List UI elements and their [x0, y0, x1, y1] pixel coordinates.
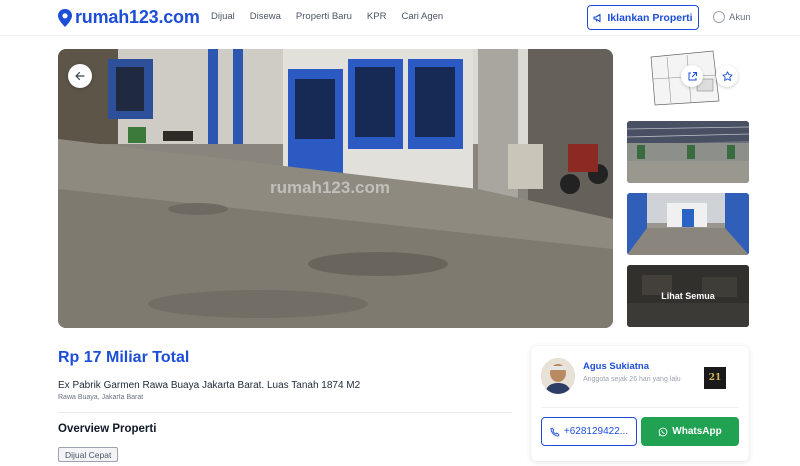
listing-location: Rawa Buaya, Jakarta Barat [58, 394, 144, 401]
overview-heading: Overview Properti [58, 423, 157, 435]
listing-title: Ex Pabrik Garmen Rawa Buaya Jakarta Bara… [58, 380, 361, 391]
nav-cari-agen[interactable]: Cari Agen [401, 11, 443, 22]
card-divider [541, 407, 739, 408]
thumbnail-yard[interactable] [627, 193, 749, 255]
megaphone-icon [593, 13, 601, 22]
see-all-label: Lihat Semua [627, 265, 749, 327]
account-menu[interactable]: Akun [713, 11, 751, 23]
agency-logo: 21 [704, 367, 726, 389]
thumbnail-see-all[interactable]: Lihat Semua [627, 265, 749, 327]
phone-icon [550, 427, 560, 436]
logo-text: rumah123.com [75, 7, 200, 27]
user-icon [713, 11, 725, 23]
price: Rp 17 Miliar Total [58, 349, 190, 366]
agent-name[interactable]: Agus Sukiatna [583, 361, 649, 372]
photo-watermark: rumah123.com [270, 178, 390, 197]
nav-disewa[interactable]: Disewa [250, 11, 281, 22]
phone-label: +628129422... [563, 426, 629, 437]
agent-member-since: Anggota sejak 26 hari yang lalu [583, 376, 681, 383]
main-nav: Dijual Disewa Properti Baru KPR Cari Age… [211, 11, 458, 22]
whatsapp-button[interactable]: WhatsApp [641, 417, 739, 446]
share-icon [688, 71, 697, 80]
back-button[interactable] [68, 64, 92, 88]
avatar[interactable] [541, 358, 575, 394]
status-badge: Dijual Cepat [58, 447, 119, 462]
nav-dijual[interactable]: Dijual [211, 11, 235, 22]
call-button[interactable]: +628129422... [541, 417, 637, 446]
nav-kpr[interactable]: KPR [367, 11, 387, 22]
nav-properti-baru[interactable]: Properti Baru [296, 11, 352, 22]
location-pin-icon [58, 8, 72, 27]
thumbnail-warehouse-interior[interactable] [627, 121, 749, 183]
agent-photo [541, 358, 575, 394]
agency-logo-text: 21 [708, 373, 722, 383]
whatsapp-label: WhatsApp [672, 426, 722, 437]
share-button[interactable] [681, 65, 703, 87]
favorite-button[interactable] [716, 65, 738, 87]
star-icon [721, 70, 733, 81]
warehouse-interior-image [627, 121, 749, 183]
yard-image [627, 193, 749, 255]
divider [58, 412, 512, 413]
whatsapp-icon [658, 427, 668, 436]
arrow-left-icon [75, 71, 85, 81]
site-logo[interactable]: rumah123.com [57, 7, 200, 28]
advertise-label: Iklankan Properti [607, 11, 693, 24]
advertise-property-button[interactable]: Iklankan Properti [587, 5, 699, 30]
account-label: Akun [729, 11, 751, 23]
top-header: rumah123.com Dijual Disewa Properti Baru… [0, 0, 800, 36]
